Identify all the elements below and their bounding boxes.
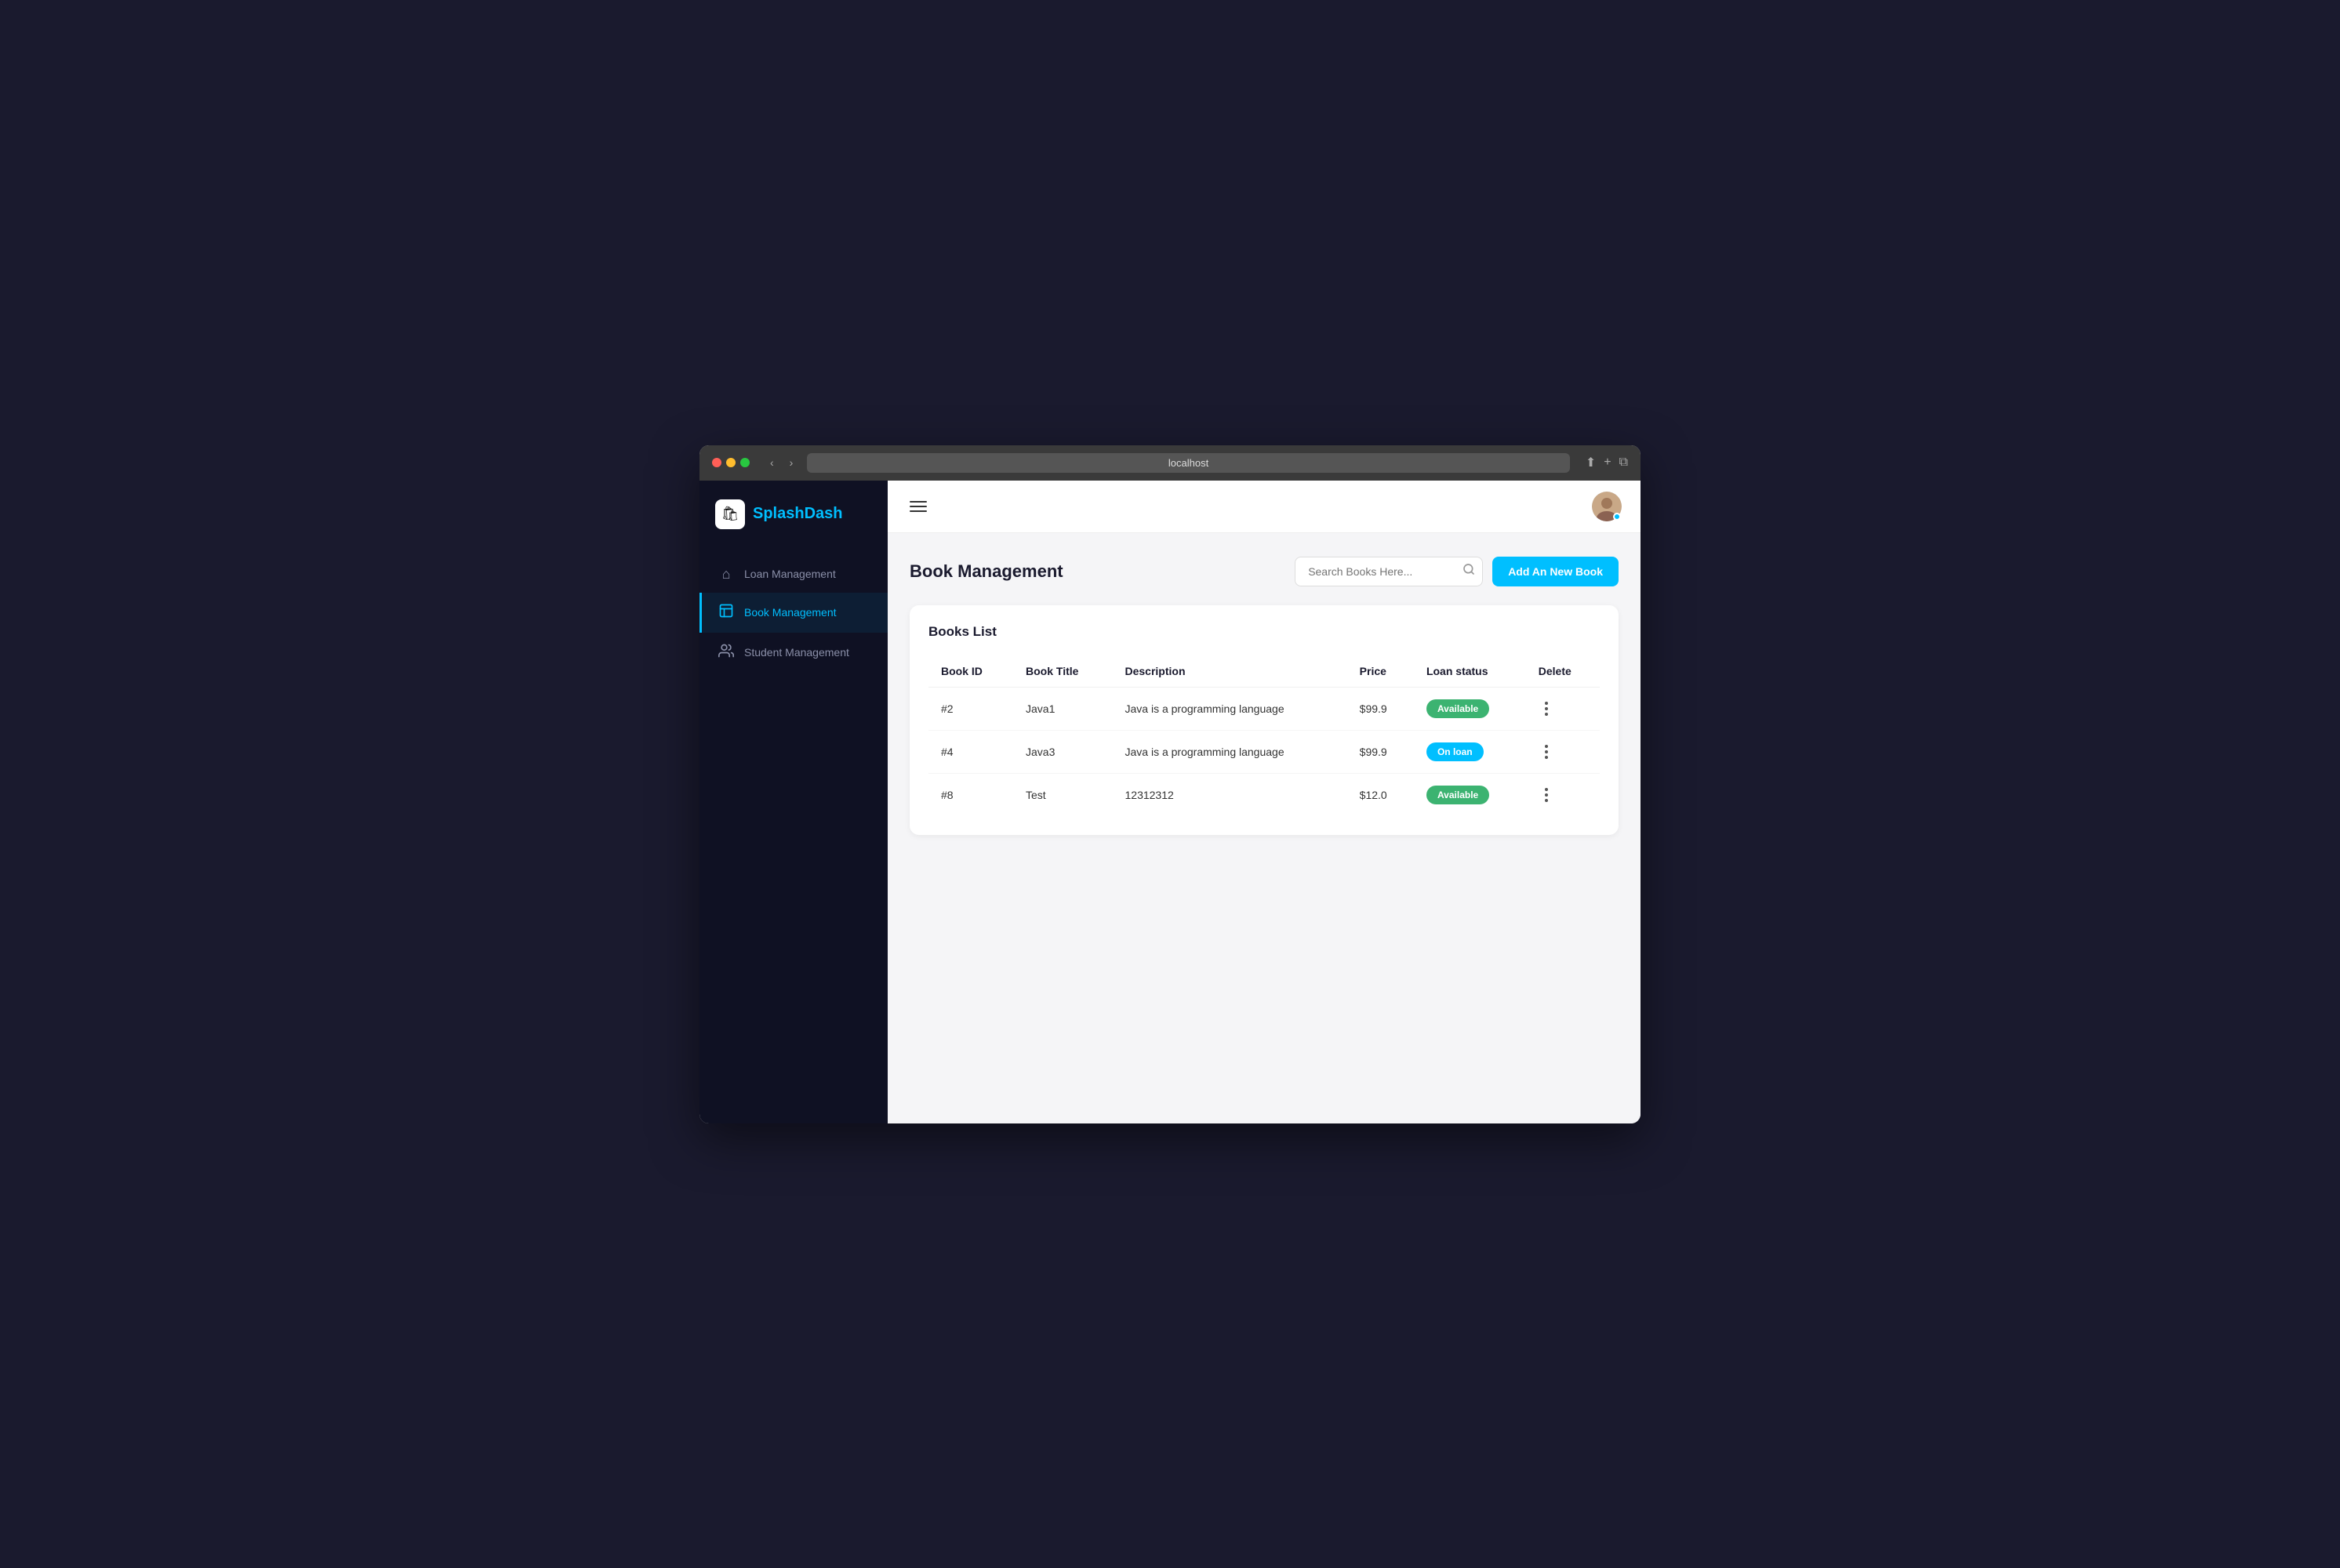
search-button[interactable]	[1462, 563, 1475, 579]
table-header-row: Book ID Book Title Description Price Loa…	[928, 655, 1600, 688]
status-badge: Available	[1426, 699, 1489, 718]
page-header: Book Management Add An New Book	[910, 557, 1619, 586]
sidebar-item-student-management[interactable]: Student Management	[699, 633, 888, 673]
hamburger-line-2	[910, 506, 927, 507]
dot-2	[1545, 793, 1548, 797]
sidebar-label-student-management: Student Management	[744, 646, 849, 659]
back-button[interactable]: ‹	[765, 455, 779, 470]
url-text: localhost	[1168, 457, 1208, 469]
dot-1	[1545, 745, 1548, 748]
cell-price: $99.9	[1347, 687, 1414, 730]
topbar-right	[1592, 492, 1622, 521]
books-table: Book ID Book Title Description Price Loa…	[928, 655, 1600, 816]
users-icon	[718, 643, 735, 662]
cell-description: Java is a programming language	[1113, 730, 1347, 773]
cell-delete	[1526, 773, 1600, 816]
cell-loan-status: Available	[1414, 773, 1526, 816]
window-controls	[712, 458, 750, 467]
maximize-window-dot[interactable]	[740, 458, 750, 467]
sidebar-navigation: ⌂ Loan Management Book Management	[699, 548, 888, 681]
dot-1	[1545, 788, 1548, 791]
table-header: Book ID Book Title Description Price Loa…	[928, 655, 1600, 688]
cell-price: $12.0	[1347, 773, 1414, 816]
delete-menu-button[interactable]	[1539, 742, 1554, 762]
books-card: Books List Book ID Book Title Descriptio…	[910, 605, 1619, 835]
topbar	[888, 481, 1641, 533]
book-icon	[718, 603, 735, 622]
cell-loan-status: On loan	[1414, 730, 1526, 773]
share-button[interactable]: ⬆	[1586, 455, 1596, 470]
add-new-book-button[interactable]: Add An New Book	[1492, 557, 1619, 586]
close-window-dot[interactable]	[712, 458, 721, 467]
cell-book-id: #2	[928, 687, 1013, 730]
cell-price: $99.9	[1347, 730, 1414, 773]
cell-description: Java is a programming language	[1113, 687, 1347, 730]
minimize-window-dot[interactable]	[726, 458, 736, 467]
table-row: #4 Java3 Java is a programming language …	[928, 730, 1600, 773]
col-header-price: Price	[1347, 655, 1414, 688]
logo-text: SplashDash	[753, 505, 842, 523]
navigation-controls: ‹ ›	[765, 455, 798, 470]
logo-icon-symbol: 🛍	[721, 506, 739, 522]
online-status-dot	[1613, 513, 1621, 521]
cell-book-id: #4	[928, 730, 1013, 773]
delete-menu-button[interactable]	[1539, 785, 1554, 805]
dot-3	[1545, 756, 1548, 759]
page-header-actions: Add An New Book	[1295, 557, 1619, 586]
dot-2	[1545, 707, 1548, 710]
cell-delete	[1526, 687, 1600, 730]
browser-action-buttons: ⬆ + ⧉	[1586, 455, 1628, 470]
books-list-title: Books List	[928, 624, 1600, 640]
home-icon: ⌂	[718, 566, 735, 583]
dot-3	[1545, 713, 1548, 716]
sidebar: 🛍 SplashDash ⌂ Loan Management	[699, 481, 888, 1123]
content-area: Book Management Add An New Book	[888, 533, 1641, 1123]
col-header-delete: Delete	[1526, 655, 1600, 688]
forward-button[interactable]: ›	[785, 455, 798, 470]
dot-2	[1545, 750, 1548, 753]
address-bar[interactable]: localhost	[807, 453, 1569, 473]
dot-1	[1545, 702, 1548, 705]
delete-menu-button[interactable]	[1539, 699, 1554, 719]
sidebar-item-loan-management[interactable]: ⌂ Loan Management	[699, 556, 888, 593]
status-badge: On loan	[1426, 742, 1484, 761]
sidebar-label-loan-management: Loan Management	[744, 568, 836, 580]
col-header-book-title: Book Title	[1013, 655, 1113, 688]
cell-book-title: Test	[1013, 773, 1113, 816]
col-header-book-id: Book ID	[928, 655, 1013, 688]
browser-chrome: ‹ › localhost ⬆ + ⧉	[699, 445, 1641, 481]
col-header-description: Description	[1113, 655, 1347, 688]
cell-description: 12312312	[1113, 773, 1347, 816]
search-container	[1295, 557, 1483, 586]
new-tab-button[interactable]: +	[1604, 455, 1611, 470]
cell-book-id: #8	[928, 773, 1013, 816]
table-row: #2 Java1 Java is a programming language …	[928, 687, 1600, 730]
tabs-button[interactable]: ⧉	[1619, 455, 1628, 470]
page-title: Book Management	[910, 561, 1063, 582]
sidebar-logo: 🛍 SplashDash	[699, 481, 888, 548]
hamburger-line-3	[910, 510, 927, 512]
dot-3	[1545, 799, 1548, 802]
sidebar-label-book-management: Book Management	[744, 606, 837, 619]
hamburger-line-1	[910, 501, 927, 503]
user-avatar-container[interactable]	[1592, 492, 1622, 521]
logo-splash: Splash	[753, 505, 805, 522]
status-badge: Available	[1426, 786, 1489, 804]
cell-loan-status: Available	[1414, 687, 1526, 730]
cell-book-title: Java3	[1013, 730, 1113, 773]
logo-dash: Dash	[805, 505, 843, 522]
main-content: Book Management Add An New Book	[888, 481, 1641, 1123]
search-input[interactable]	[1295, 557, 1483, 586]
logo-icon: 🛍	[715, 499, 745, 529]
table-body: #2 Java1 Java is a programming language …	[928, 687, 1600, 816]
browser-window: ‹ › localhost ⬆ + ⧉ 🛍 SplashDash	[699, 445, 1641, 1123]
app-layout: 🛍 SplashDash ⌂ Loan Management	[699, 481, 1641, 1123]
cell-book-title: Java1	[1013, 687, 1113, 730]
col-header-loan-status: Loan status	[1414, 655, 1526, 688]
sidebar-item-book-management[interactable]: Book Management	[699, 593, 888, 633]
hamburger-menu-button[interactable]	[907, 498, 930, 515]
cell-delete	[1526, 730, 1600, 773]
table-row: #8 Test 12312312 $12.0 Available	[928, 773, 1600, 816]
